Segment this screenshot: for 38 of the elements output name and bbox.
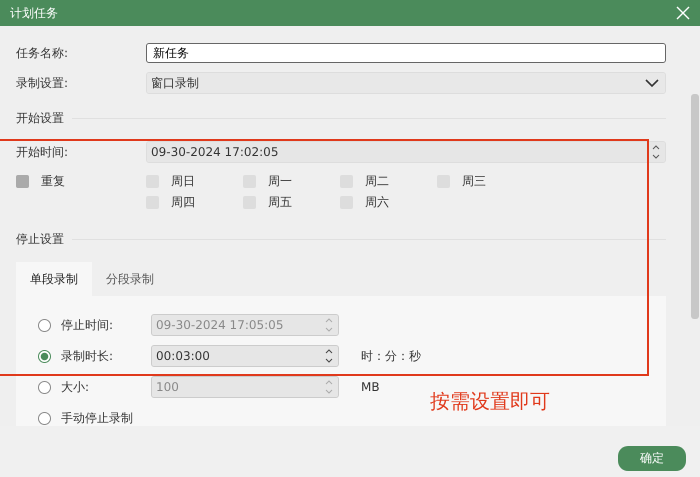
- unit-label: MB: [361, 380, 380, 394]
- record-setting-dropdown[interactable]: 窗口录制: [146, 72, 666, 94]
- confirm-button[interactable]: 确定: [618, 446, 686, 471]
- spinner-arrows-icon[interactable]: [324, 348, 334, 364]
- window-title: 计划任务: [10, 4, 58, 22]
- option-label: 录制时长:: [61, 348, 114, 364]
- field-label: 开始时间:: [16, 144, 70, 160]
- tab[interactable]: 单段录制: [16, 262, 92, 296]
- tab[interactable]: 分段录制: [92, 262, 168, 296]
- spinner-field[interactable]: 00:03:00: [151, 345, 339, 367]
- spinner-arrows-icon[interactable]: [651, 144, 661, 160]
- option-label: 手动停止录制: [61, 410, 134, 426]
- close-icon[interactable]: [676, 6, 690, 20]
- checkbox-label: 周六: [365, 194, 389, 211]
- chevron-down-icon: [645, 78, 659, 88]
- field-label: 任务名称:: [16, 44, 70, 62]
- section-heading: 开始设置: [16, 110, 64, 127]
- checkbox-label: 周一: [268, 173, 292, 190]
- radio-button[interactable]: [38, 412, 51, 424]
- radio-button[interactable]: [38, 350, 51, 362]
- checkbox-label: 重复: [41, 173, 65, 190]
- checkbox-label: 周日: [171, 173, 195, 190]
- task-name-field[interactable]: 新任务: [146, 43, 666, 63]
- field-label: 录制设置:: [16, 74, 70, 92]
- checkbox-label: 周三: [462, 173, 486, 190]
- checkbox[interactable]: [16, 175, 29, 188]
- checkbox-label: 周四: [171, 194, 195, 211]
- scrollbar-thumb[interactable]: [691, 94, 699, 319]
- option-label: 停止时间:: [61, 316, 114, 334]
- option-label: 大小:: [61, 378, 90, 396]
- annotation-text: 按需设置即可: [430, 388, 550, 415]
- start-time-field[interactable]: 09-30-2024 17:02:05: [146, 141, 666, 163]
- unit-label: 时：分：秒: [361, 348, 421, 364]
- radio-button[interactable]: [38, 380, 51, 394]
- checkbox-label: 周五: [268, 194, 292, 211]
- section-heading: 停止设置: [16, 231, 64, 248]
- checkbox-label: 周二: [365, 173, 389, 190]
- radio-button[interactable]: [38, 318, 51, 332]
